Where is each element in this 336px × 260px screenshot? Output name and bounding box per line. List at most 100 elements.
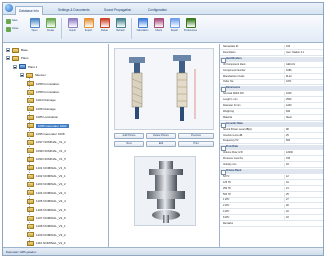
property-value[interactable]: 2500 [284, 98, 323, 103]
property-row[interactable]: Insertion Loss dB 25 [220, 133, 323, 139]
property-value[interactable]: M-12 [284, 74, 323, 79]
tab-configuration[interactable]: Configuration [145, 6, 170, 15]
expand-icon[interactable] [6, 48, 10, 52]
expand-icon[interactable] [6, 56, 10, 61]
tree-node[interactable]: 1101 NOMINAL_V1_6 [27, 164, 66, 172]
property-row[interactable]: Frequency Hz 500 [220, 139, 323, 145]
property-row[interactable]: Length L mm 2500 [220, 98, 323, 104]
tab-sound-propagation[interactable]: Sound Propagation [101, 6, 134, 15]
ribbon-button-calculation[interactable]: Calculation [135, 17, 150, 39]
property-value[interactable]: 98 [284, 127, 323, 133]
tree-node[interactable]: Plans [6, 54, 29, 62]
property-value[interactable]: 27 [284, 198, 323, 203]
property-value[interactable]: 150 [284, 157, 323, 162]
property-row[interactable]: 2 kHz 26 [220, 204, 323, 210]
property-value[interactable]: 22 [284, 210, 323, 215]
ribbon-button-report[interactable]: Report [167, 17, 182, 39]
property-value[interactable]: 840 [284, 109, 323, 115]
ribbon-button-preferences[interactable]: Preferences [183, 17, 198, 39]
previous-button[interactable]: Previous [178, 133, 214, 139]
tree-node[interactable]: 1058 Formulation [27, 88, 59, 96]
edit-button[interactable]: Edit [146, 141, 176, 147]
property-value[interactable]: Steel [284, 115, 323, 121]
tree-node[interactable]: 1110 NOMINAL_V3_3 [27, 239, 65, 247]
property-row[interactable]: Order No. 4471 [220, 80, 323, 86]
property-value[interactable]: 25 [284, 192, 323, 197]
expand-icon[interactable] [20, 73, 24, 78]
property-row[interactable]: Volume Flow m³/h 12000 [220, 151, 323, 157]
small-button-close[interactable]: Close [6, 27, 18, 32]
ribbon-button-create[interactable]: Create [43, 17, 58, 39]
expand-icon[interactable] [13, 64, 17, 69]
tree-node[interactable]: 1064 Drainage [27, 96, 56, 104]
ribbon-button-check[interactable]: Check [151, 17, 166, 39]
property-row[interactable]: Weight kg 840 [220, 109, 323, 115]
property-value[interactable]: 18 [284, 216, 323, 221]
property-row[interactable]: 1 kHz 27 [220, 198, 323, 204]
tree-node[interactable]: 1108 NOMINAL_V3_1 [27, 222, 66, 230]
property-row[interactable]: Pressure Loss Pa 150 [220, 157, 323, 163]
property-value[interactable]: 12000 [284, 151, 323, 156]
property-row[interactable]: 250 Hz 21 [220, 186, 323, 192]
tree-node[interactable]: 1103 NOMINAL_V2_2 [27, 180, 66, 188]
tree-node[interactable]: 1058 Formulation [27, 80, 59, 88]
ribbon-button-import[interactable]: Import [65, 17, 80, 39]
tab-database-info[interactable]: Database Info [15, 6, 43, 15]
property-category[interactable]: Flow Data [220, 145, 323, 152]
property-value[interactable]: Gen. Station 3.1 [284, 50, 323, 56]
property-value[interactable]: 500 [284, 139, 323, 144]
property-row[interactable]: Nameplate ID 100 [220, 45, 323, 50]
add-picture-button[interactable]: Add Picture [114, 133, 144, 139]
property-category[interactable]: Acoustic Data [220, 121, 323, 128]
property-grid[interactable]: Nameplate ID 100 Description Gen. Station 3… [219, 44, 323, 249]
property-row[interactable]: Component Number 1086 [220, 68, 323, 74]
app-menu-icon[interactable] [5, 4, 13, 12]
property-value[interactable]: 25 [284, 133, 323, 138]
property-value[interactable]: 1000 [284, 92, 323, 97]
tree-node[interactable]: 1098 NOMINAL_V1_3 [27, 147, 66, 155]
tree-node[interactable]: 1099 NOMINAL_V1_5 [27, 155, 66, 163]
property-value[interactable]: GEN-01 [284, 62, 323, 68]
tree-node[interactable]: Plant 1 [13, 63, 37, 71]
property-value[interactable]: 4471 [284, 80, 323, 85]
property-row[interactable]: 500 Hz 25 [220, 192, 323, 198]
property-row[interactable]: Diameter D mm 1200 [220, 104, 323, 109]
property-row[interactable]: Remarks [220, 222, 323, 227]
tree-node[interactable]: Silencer [20, 71, 46, 79]
tree-node[interactable]: Base [6, 46, 28, 54]
tree-node[interactable]: 1097 NOMINAL_V1_2 [27, 138, 66, 146]
ribbon-button-export[interactable]: Export [81, 17, 96, 39]
tree-node[interactable]: 1107 NOMINAL_V2_6 [27, 214, 66, 222]
ribbon-button-open[interactable]: Open [27, 17, 42, 39]
property-row[interactable]: Material Steel [220, 115, 323, 121]
property-value[interactable]: 1200 [284, 104, 323, 109]
property-value[interactable]: 21 [284, 186, 323, 192]
property-row[interactable]: Manufacturer Code M-12 [220, 74, 323, 80]
print-button[interactable]: Print [178, 141, 214, 147]
tree-node[interactable]: 1085 Lamination [27, 113, 58, 121]
property-value[interactable]: 18 [284, 163, 323, 168]
tree-node[interactable]: 1095 Generator 1008 [27, 130, 65, 138]
property-row[interactable]: 125 Hz 16 [220, 180, 323, 186]
property-value[interactable]: 26 [284, 204, 323, 209]
delete-picture-button[interactable]: Delete Picture [146, 133, 176, 139]
tree-node[interactable]: 1105 NOMINAL_V2_4 [27, 197, 66, 205]
tree-node[interactable]: 1104 NOMINAL_V2_3 [27, 189, 66, 197]
property-category[interactable]: Identification [220, 56, 323, 63]
ribbon-button-delete[interactable]: Delete [97, 17, 112, 39]
next-button[interactable]: Next [114, 141, 144, 147]
property-row[interactable]: Sound Power Level dB(A) 98 [220, 127, 323, 133]
property-row[interactable]: Description Gen. Station 3.1 [220, 50, 323, 56]
small-button-save[interactable]: Save [6, 19, 18, 24]
tree-node[interactable]: 1086 Generator 1002 [27, 122, 69, 130]
property-value[interactable]: 12 [284, 174, 323, 180]
tree-node[interactable]: 1102 NOMINAL_V2_1 [27, 172, 66, 180]
ribbon-button-refresh[interactable]: Refresh [113, 17, 128, 39]
property-row[interactable]: 63 Hz 12 [220, 174, 323, 180]
property-row[interactable]: Velocity m/s 18 [220, 163, 323, 168]
tree-node[interactable]: 1066 Drainage [27, 105, 56, 113]
property-value[interactable]: 16 [284, 180, 323, 186]
project-tree[interactable]: Base Plans Plant 1 Silencer 1058 Formulation… [3, 44, 109, 249]
property-row[interactable]: Nominal Width DN 1000 [220, 92, 323, 98]
tree-node[interactable]: 1106 NOMINAL_V2_5 [27, 206, 66, 214]
